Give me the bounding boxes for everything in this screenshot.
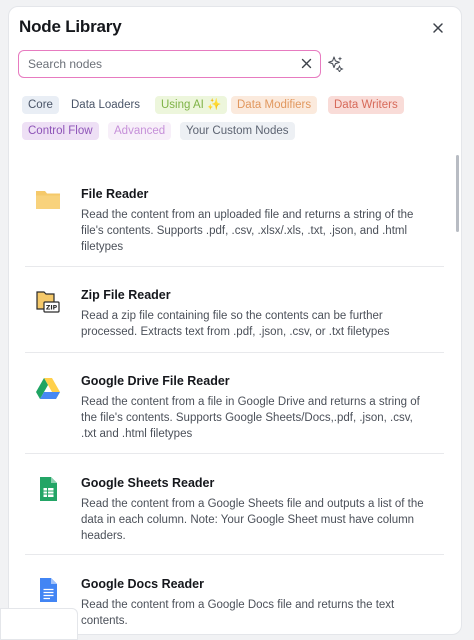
panel-title: Node Library bbox=[19, 17, 122, 36]
node-description: Read the content from a Google Docs file… bbox=[81, 599, 395, 627]
folder-icon bbox=[36, 191, 60, 209]
close-icon[interactable] bbox=[431, 21, 445, 35]
node-zip-file-reader[interactable]: ZIP Zip File Reader Read a zip file cont… bbox=[25, 267, 444, 353]
node-google-sheets-reader[interactable]: Google Sheets Reader Read the content fr… bbox=[25, 454, 444, 555]
node-name: Google Sheets Reader bbox=[81, 476, 215, 490]
filter-data-loaders[interactable]: Data Loaders bbox=[66, 96, 145, 114]
google-sheets-icon bbox=[40, 477, 57, 501]
search-field[interactable] bbox=[18, 50, 321, 78]
zip-file-icon: ZIP bbox=[36, 291, 60, 313]
node-name: Google Docs Reader bbox=[81, 577, 204, 591]
node-google-docs-reader[interactable]: Google Docs Reader Read the content from… bbox=[25, 555, 444, 634]
filter-data-modifiers[interactable]: Data Modifiers bbox=[231, 96, 318, 114]
node-description: Read the content from a Google Sheets fi… bbox=[81, 498, 424, 542]
bottom-left-panel bbox=[0, 608, 78, 640]
search-input[interactable] bbox=[28, 51, 288, 76]
filter-control-flow[interactable]: Control Flow bbox=[22, 122, 99, 140]
svg-text:ZIP: ZIP bbox=[46, 305, 58, 312]
filter-advanced[interactable]: Advanced bbox=[108, 122, 172, 140]
filter-custom-nodes[interactable]: Your Custom Nodes bbox=[180, 122, 295, 140]
node-description: Read the content from an uploaded file a… bbox=[81, 209, 414, 253]
ai-sparkle-icon[interactable] bbox=[327, 55, 344, 72]
node-name: Zip File Reader bbox=[81, 288, 171, 302]
node-library-panel: Node Library Core Data Loaders Using AI … bbox=[8, 6, 462, 635]
node-google-drive-file-reader[interactable]: Google Drive File Reader Read the conten… bbox=[25, 353, 444, 454]
google-drive-icon bbox=[36, 378, 60, 399]
node-description: Read the content from a file in Google D… bbox=[81, 396, 420, 440]
node-file-reader[interactable]: File Reader Read the content from an upl… bbox=[25, 172, 444, 267]
filter-data-writers[interactable]: Data Writers bbox=[328, 96, 404, 114]
clear-search-icon[interactable] bbox=[301, 58, 312, 69]
node-name: Google Drive File Reader bbox=[81, 374, 230, 388]
node-description: Read a zip file containing file so the c… bbox=[81, 310, 390, 338]
filter-core[interactable]: Core bbox=[22, 96, 59, 114]
filter-using-ai[interactable]: Using AI ✨ bbox=[155, 96, 228, 114]
scrollbar-thumb[interactable] bbox=[456, 155, 459, 232]
node-name: File Reader bbox=[81, 187, 149, 201]
google-docs-icon bbox=[40, 578, 57, 602]
